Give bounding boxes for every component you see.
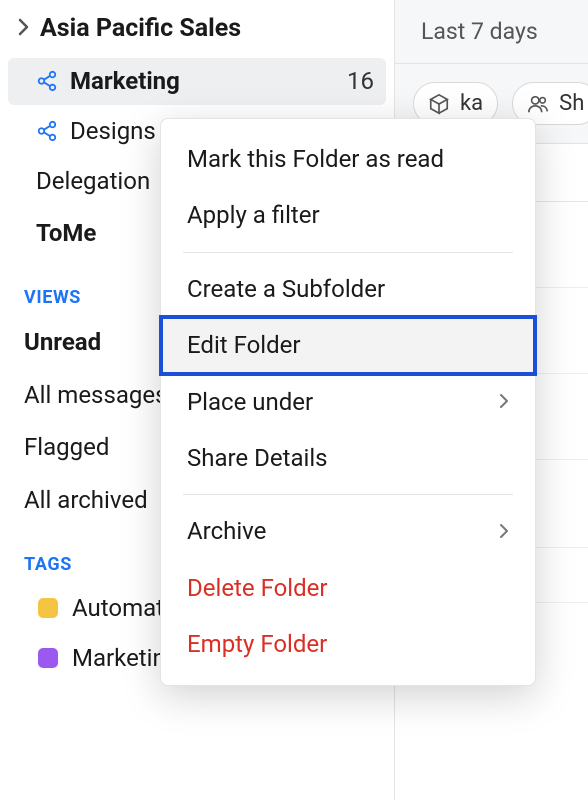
- date-filter[interactable]: Last 7 days: [395, 0, 588, 64]
- sidebar-item-marketing[interactable]: Marketing 16: [8, 58, 386, 105]
- tag-color-icon: [38, 648, 58, 668]
- menu-archive[interactable]: Archive: [161, 503, 535, 559]
- people-icon: [527, 93, 549, 115]
- chevron-right-icon: [499, 391, 509, 413]
- menu-delete-folder[interactable]: Delete Folder: [161, 560, 535, 616]
- menu-empty-folder[interactable]: Empty Folder: [161, 616, 535, 672]
- share-icon: [36, 120, 58, 142]
- menu-separator: [183, 252, 513, 253]
- cube-icon: [428, 93, 450, 115]
- menu-separator: [183, 494, 513, 495]
- menu-place-under[interactable]: Place under: [161, 374, 535, 430]
- folder-count: 16: [347, 67, 374, 96]
- share-icon: [36, 70, 58, 92]
- menu-create-subfolder[interactable]: Create a Subfolder: [161, 261, 535, 317]
- folder-context-menu: Mark this Folder as read Apply a filter …: [160, 118, 536, 686]
- tag-color-icon: [38, 598, 58, 618]
- folder-name: Asia Pacific Sales: [40, 14, 241, 43]
- chip-label: ka: [460, 91, 483, 116]
- menu-apply-filter[interactable]: Apply a filter: [161, 187, 535, 243]
- menu-edit-folder[interactable]: Edit Folder: [161, 317, 535, 373]
- menu-mark-as-read[interactable]: Mark this Folder as read: [161, 131, 535, 187]
- chevron-right-icon: [18, 18, 30, 40]
- chip-label: Sh: [559, 91, 584, 116]
- chevron-right-icon: [499, 521, 509, 543]
- folder-label: Marketing: [70, 67, 335, 96]
- folder-header-asia-pacific[interactable]: Asia Pacific Sales: [0, 10, 394, 55]
- menu-share-details[interactable]: Share Details: [161, 430, 535, 486]
